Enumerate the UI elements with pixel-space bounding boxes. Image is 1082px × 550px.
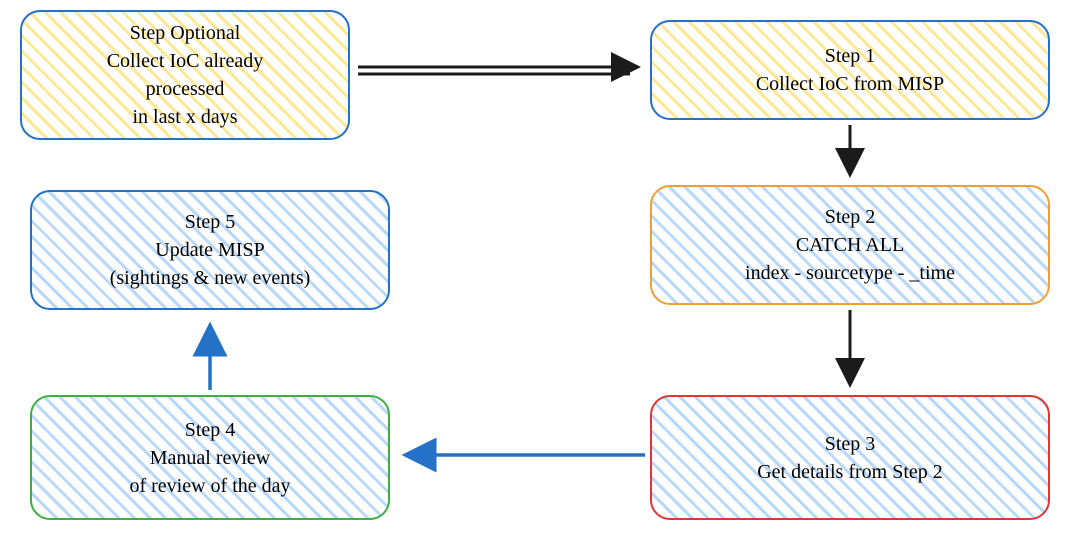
node-title: Step 4 [185, 416, 236, 444]
node-text: processed [146, 75, 225, 103]
node-title: Step 2 [825, 203, 876, 231]
node-title: Step 3 [825, 430, 876, 458]
node-text: Collect IoC already [107, 47, 264, 75]
node-text: CATCH ALL [796, 231, 904, 259]
node-step-3: Step 3 Get details from Step 2 [650, 395, 1050, 520]
node-text: Update MISP [155, 236, 264, 264]
node-title: Step 1 [825, 42, 876, 70]
node-text: Manual review [150, 444, 271, 472]
node-step-2: Step 2 CATCH ALL index - sourcetype - _t… [650, 185, 1050, 305]
node-step-1: Step 1 Collect IoC from MISP [650, 20, 1050, 120]
node-text: index - sourcetype - _time [745, 259, 955, 287]
node-text: of review of the day [129, 472, 290, 500]
node-text: Get details from Step 2 [757, 458, 943, 486]
node-text: in last x days [133, 103, 238, 131]
node-text: Collect IoC from MISP [756, 70, 944, 98]
node-text: (sightings & new events) [110, 264, 311, 292]
node-title: Step Optional [130, 19, 241, 47]
node-step-5: Step 5 Update MISP (sightings & new even… [30, 190, 390, 310]
node-title: Step 5 [185, 208, 236, 236]
node-step-optional: Step Optional Collect IoC already proces… [20, 10, 350, 140]
node-step-4: Step 4 Manual review of review of the da… [30, 395, 390, 520]
